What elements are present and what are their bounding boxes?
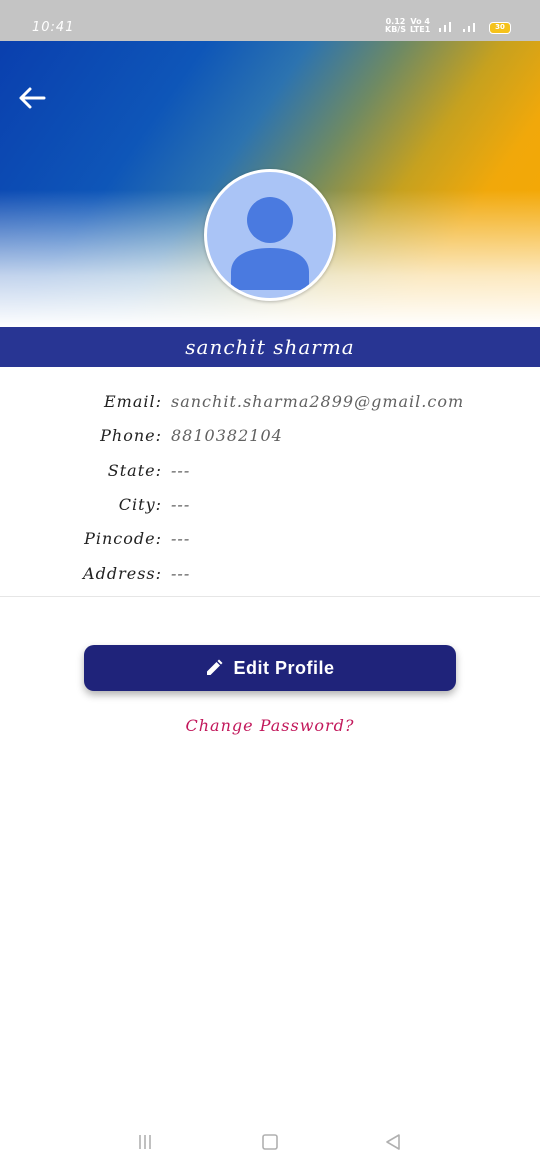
menu-lines-icon[interactable] xyxy=(136,1133,154,1151)
battery-icon: 30 xyxy=(489,22,511,34)
pincode-value: --- xyxy=(171,529,191,548)
city-label: City: xyxy=(118,495,162,514)
change-password-link[interactable]: Change Password? xyxy=(0,716,540,735)
state-label: State: xyxy=(107,461,162,480)
network-speed-unit: KB/S xyxy=(385,25,406,34)
phone-row: Phone: 8810382104 xyxy=(0,426,540,450)
profile-name: sanchit sharma xyxy=(0,327,540,367)
state-row: State: --- xyxy=(0,461,540,485)
volte-bottom: LTE1 xyxy=(410,25,431,34)
city-row: City: --- xyxy=(0,495,540,519)
divider xyxy=(0,596,540,597)
status-bar: 10:41 0.12 KB/S Vo 4 LTE1 30 xyxy=(0,0,540,41)
email-row: Email: sanchit.sharma2899@gmail.com xyxy=(0,392,540,416)
battery-level: 30 xyxy=(495,23,505,31)
phone-value: 8810382104 xyxy=(171,426,283,445)
state-value: --- xyxy=(171,461,191,480)
person-icon xyxy=(231,197,309,290)
triangle-left-icon[interactable] xyxy=(384,1133,402,1151)
pincode-label: Pincode: xyxy=(84,529,162,548)
status-time: 10:41 xyxy=(32,20,75,35)
edit-profile-label: Edit Profile xyxy=(233,657,335,678)
network-speed: 0.12 KB/S xyxy=(385,18,406,34)
signal-icon xyxy=(463,23,475,32)
address-label: Address: xyxy=(83,564,162,583)
avatar xyxy=(204,169,336,301)
city-value: --- xyxy=(171,495,191,514)
address-row: Address: --- xyxy=(0,564,540,588)
volte-indicator: Vo 4 LTE1 xyxy=(410,18,430,34)
square-icon[interactable] xyxy=(261,1133,279,1151)
signal-icon xyxy=(439,22,451,32)
phone-label: Phone: xyxy=(100,426,162,445)
pencil-icon xyxy=(207,659,223,675)
arrow-left-icon[interactable] xyxy=(18,86,46,110)
email-label: Email: xyxy=(103,392,162,411)
email-value: sanchit.sharma2899@gmail.com xyxy=(171,392,465,411)
address-value: --- xyxy=(171,564,191,583)
pincode-row: Pincode: --- xyxy=(0,529,540,553)
edit-profile-button[interactable]: Edit Profile xyxy=(84,645,456,691)
